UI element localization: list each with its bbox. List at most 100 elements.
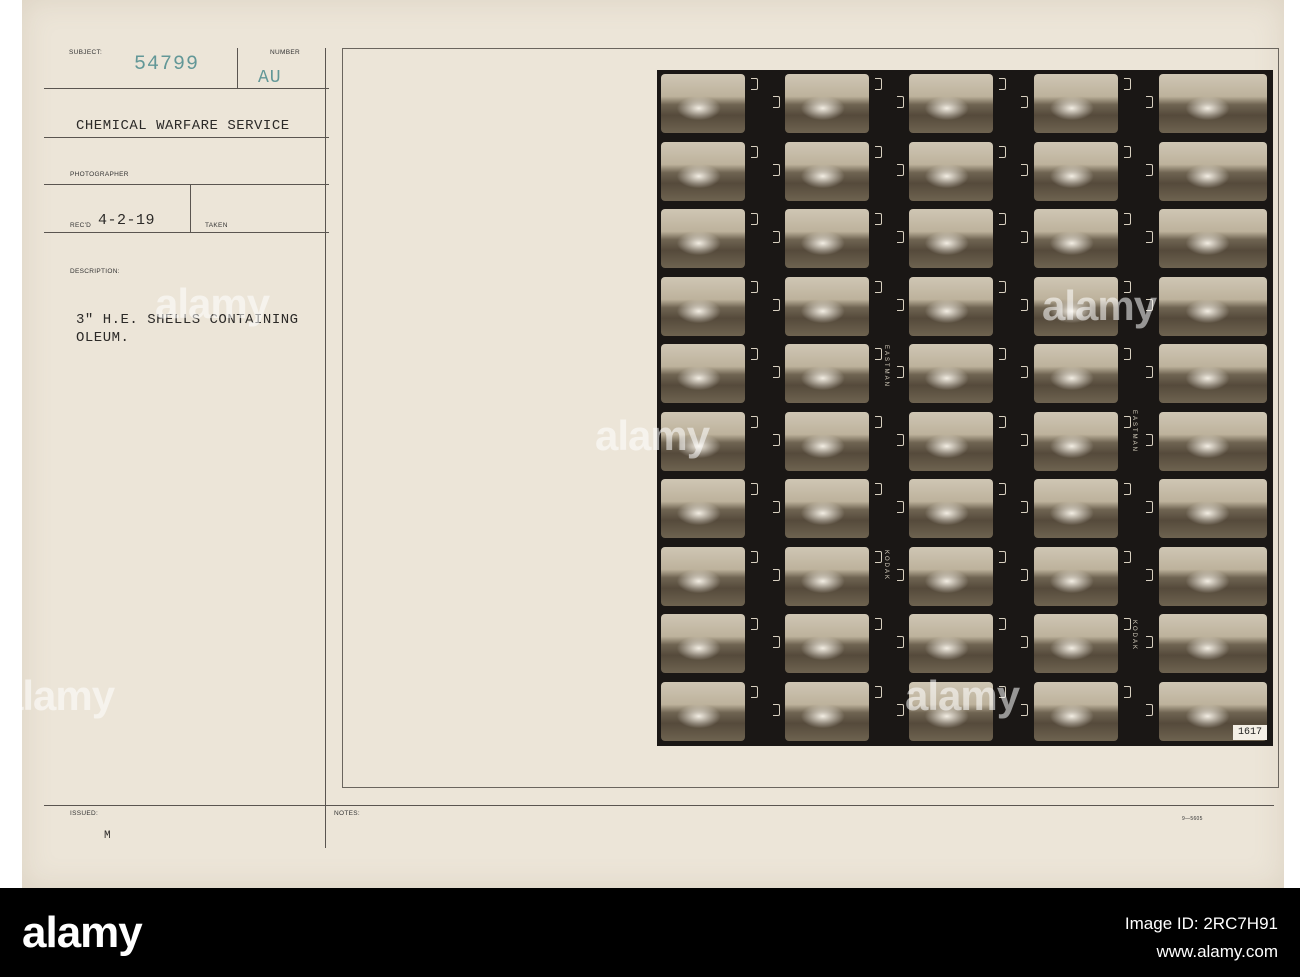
notes-label: NOTES: xyxy=(334,810,360,817)
sprocket-hole xyxy=(875,483,882,495)
film-frame xyxy=(661,546,745,606)
sprocket-hole xyxy=(773,433,780,446)
sprocket-hole xyxy=(751,550,758,563)
film-frame xyxy=(661,74,745,133)
sprocket-hole xyxy=(875,78,882,90)
film-frame xyxy=(909,614,993,673)
film-frame xyxy=(1034,344,1118,403)
sprocket-hole xyxy=(1124,145,1131,158)
sprocket-hole xyxy=(773,163,780,176)
footer-image-info: Image ID: 2RC7H91 www.alamy.com xyxy=(1125,914,1278,962)
sprocket-hole xyxy=(1021,298,1028,311)
film-frame xyxy=(1159,479,1267,538)
sprocket-hole xyxy=(875,415,882,428)
sprocket-hole xyxy=(999,145,1006,158)
sprocket-hole xyxy=(1124,348,1131,360)
film-frame xyxy=(1159,141,1267,201)
subject-number-stamp: 54799 xyxy=(134,53,200,76)
sprocket-hole xyxy=(1021,96,1028,108)
sprocket-hole xyxy=(751,78,758,90)
recd-date: 4-2-19 xyxy=(98,212,156,229)
film-frame xyxy=(785,276,869,336)
sprocket-hole xyxy=(1146,568,1153,581)
subject-rule xyxy=(44,88,329,89)
film-frame xyxy=(1034,546,1118,606)
sprocket-hole xyxy=(1124,78,1131,90)
sprocket-hole xyxy=(1124,685,1131,698)
watermark-brand: alamy xyxy=(595,412,710,459)
sprocket-hole xyxy=(897,636,904,648)
film-frame xyxy=(909,344,993,403)
film-frame xyxy=(785,479,869,538)
film-frame xyxy=(785,74,869,133)
sprocket-hole xyxy=(1146,366,1153,378)
film-contact-sheet: EASTMAN KODAK EASTMAN KODAK 1617 xyxy=(657,70,1273,746)
sprocket-hole xyxy=(773,96,780,108)
sprocket-hole xyxy=(875,280,882,293)
stock-footer-bar: alamy Image ID: 2RC7H91 www.alamy.com xyxy=(0,888,1300,977)
film-frame xyxy=(909,546,993,606)
film-frame xyxy=(1034,74,1118,133)
sprocket-hole xyxy=(999,280,1006,293)
film-frame xyxy=(909,141,993,201)
sprocket-hole xyxy=(999,483,1006,495)
sprocket-hole xyxy=(897,568,904,581)
sprocket-hole xyxy=(999,78,1006,90)
watermark-brand: alamy xyxy=(155,280,270,327)
photographer-rule xyxy=(44,184,329,185)
film-frame xyxy=(785,681,869,741)
film-frame xyxy=(661,344,745,403)
sprocket-hole xyxy=(1021,636,1028,648)
film-frame xyxy=(909,209,993,268)
film-frame xyxy=(1034,209,1118,268)
subject-number-divider xyxy=(237,48,238,88)
film-frame xyxy=(1159,546,1267,606)
issued-label: ISSUED: xyxy=(70,810,99,817)
sprocket-hole xyxy=(897,366,904,378)
organization-line: CHEMICAL WARFARE SERVICE xyxy=(76,118,290,134)
film-frame xyxy=(785,209,869,268)
film-frame xyxy=(785,614,869,673)
film-frame xyxy=(1159,344,1267,403)
sprocket-hole xyxy=(751,618,758,630)
sprocket-hole xyxy=(773,568,780,581)
sprocket-hole xyxy=(751,280,758,293)
sprocket-hole xyxy=(875,145,882,158)
film-frame xyxy=(909,411,993,471)
film-frame xyxy=(909,74,993,133)
sprocket-hole xyxy=(999,618,1006,630)
film-frame xyxy=(1034,614,1118,673)
film-frame xyxy=(909,276,993,336)
sprocket-hole xyxy=(751,213,758,225)
sprocket-hole xyxy=(897,298,904,311)
sprocket-hole xyxy=(1146,433,1153,446)
film-frame xyxy=(785,546,869,606)
sprocket-hole xyxy=(875,618,882,630)
recd-taken-divider xyxy=(190,184,191,232)
watermark-brand: alamy xyxy=(0,672,115,719)
film-frame xyxy=(661,681,745,741)
film-edge-text-eastman: EASTMAN xyxy=(883,345,889,389)
film-frame xyxy=(1159,411,1267,471)
film-frame xyxy=(1034,411,1118,471)
sprocket-hole xyxy=(897,703,904,716)
sprocket-hole xyxy=(1021,703,1028,716)
sprocket-hole xyxy=(751,685,758,698)
sprocket-hole xyxy=(1021,501,1028,513)
sprocket-hole xyxy=(1146,501,1153,513)
film-frame xyxy=(661,614,745,673)
sprocket-hole xyxy=(1146,96,1153,108)
description-label: DESCRIPTION: xyxy=(70,268,120,275)
film-frame xyxy=(785,411,869,471)
watermark-brand: alamy xyxy=(1042,282,1157,329)
sprocket-hole xyxy=(875,213,882,225)
sheet-number: 1617 xyxy=(1232,725,1267,740)
sprocket-hole xyxy=(773,636,780,648)
sprocket-hole xyxy=(1021,366,1028,378)
film-frame xyxy=(661,276,745,336)
film-frame xyxy=(1034,479,1118,538)
sprocket-hole xyxy=(1124,213,1131,225)
sprocket-hole xyxy=(897,231,904,243)
film-frame xyxy=(1159,74,1267,133)
sprocket-hole xyxy=(773,298,780,311)
